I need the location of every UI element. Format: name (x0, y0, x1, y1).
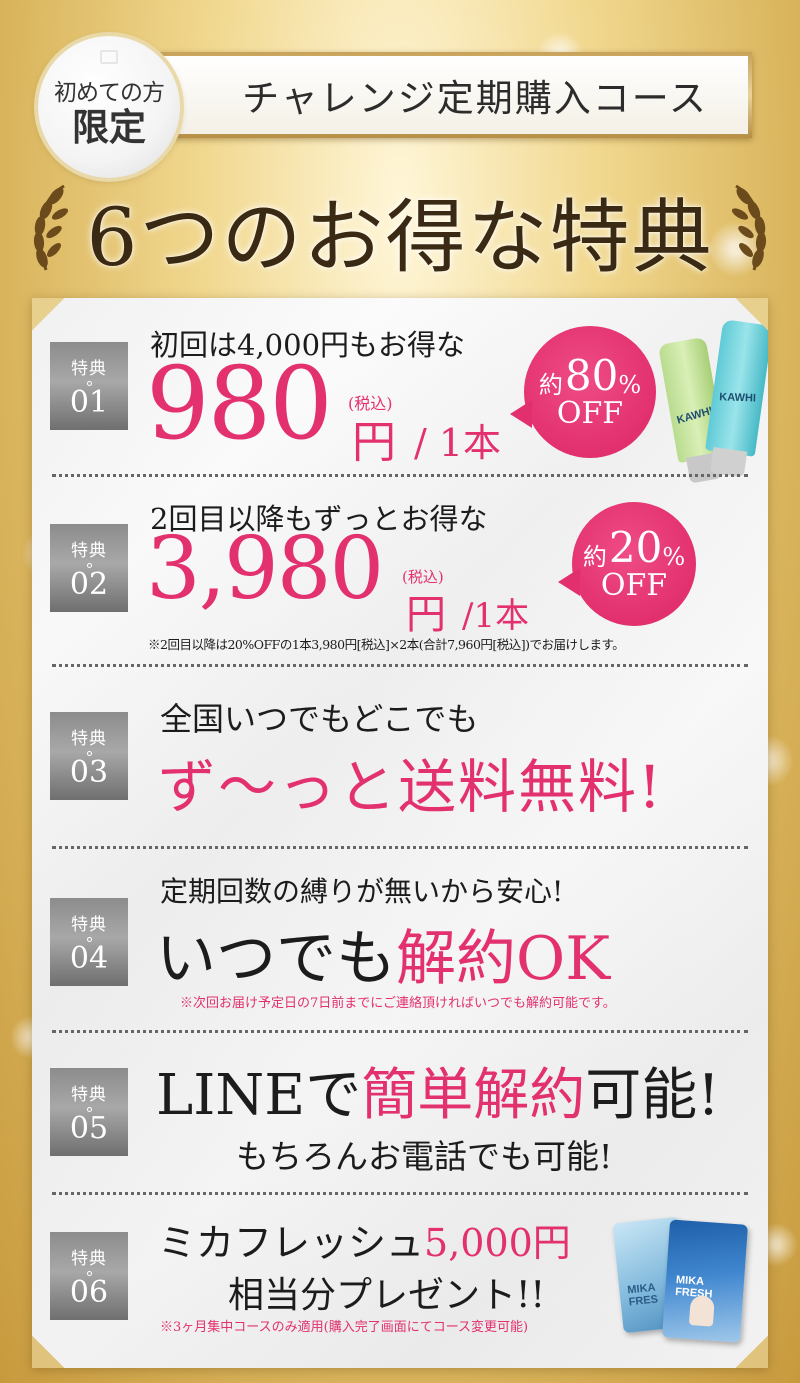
benefit-04-note: ※次回お届け予定日の7日前までにご連絡頂ければいつでも解約可能です。 (180, 996, 616, 1011)
benefit-05-main-black1: LINEで (156, 1063, 362, 1128)
main-heading-text: 6つのお得な特典 (86, 191, 714, 284)
benefit-01-per: / 1本 (414, 421, 502, 465)
benefit-03-highlight: ず〜っと送料無料! (158, 753, 664, 821)
benefits-card: 特典 01 初回は4,000円もお得な 980 (税込) 円 / 1本 約 80… (32, 298, 768, 1368)
benefit-02-off-badge: 約 20 % OFF (558, 502, 696, 626)
benefit-04-main-black: いつでも (156, 924, 396, 994)
benefit-02-per: /1本 (462, 596, 530, 636)
benefit-06-lead-black: ミカフレッシュ (158, 1221, 425, 1265)
benefit-05-sub: もちろんお電話でも可能! (236, 1137, 613, 1176)
benefit-06-note: ※3ヶ月集中コースのみ適用(購入完了画面にてコース変更可能) (160, 1320, 529, 1335)
benefit-04-lead: 定期回数の縛りが無いから安心! (160, 875, 564, 908)
course-title: チャレンジ定期購入コース (242, 77, 708, 120)
benefit-06-sub: 相当分プレゼント!! (228, 1275, 545, 1316)
benefit-tab-01: 特典 01 (50, 342, 128, 430)
benefit-02-price: 3,980 (146, 519, 384, 619)
benefit-05-main-black2: 可能! (585, 1063, 720, 1128)
course-title-bar: チャレンジ定期購入コース (160, 52, 752, 138)
badge-line2: 限定 (72, 104, 146, 149)
divider (52, 846, 748, 849)
benefit-01-off-badge: 約 80 % OFF (510, 326, 656, 458)
gift-icon (100, 50, 118, 64)
benefit-06-lead-pink: 5,000円 (424, 1221, 571, 1265)
benefit-04-main: いつでも解約OK (156, 910, 610, 997)
divider (52, 474, 748, 477)
benefit-01-yen: 円 (352, 417, 396, 468)
model-portrait (688, 1295, 715, 1327)
badge-line1: 初めての方 (54, 79, 165, 106)
benefit-06-lead: ミカフレッシュ5,000円 (158, 1212, 571, 1267)
benefit-05-main-pink: 簡単解約 (361, 1063, 586, 1128)
divider (52, 1192, 748, 1195)
benefit-02-note: ※2回目以降は20%OFFの1本3,980円[税込]×2本(合計7,960円[税… (148, 637, 625, 652)
product-tube-blue: KAWHI (705, 319, 768, 478)
benefit-tab-05: 特典 05 (50, 1068, 128, 1156)
benefit-tab-03: 特典 03 (50, 712, 128, 800)
divider (52, 1030, 748, 1033)
benefit-04-main-pink: 解約OK (396, 924, 611, 994)
mika-fresh-booklet-front: MIKA FRESH (661, 1219, 749, 1343)
divider (52, 664, 748, 667)
benefit-tab-06: 特典 06 (50, 1232, 128, 1320)
main-heading: 6つのお得な特典 (0, 176, 800, 286)
benefit-tab-02: 特典 02 (50, 524, 128, 612)
benefit-03-lead: 全国いつでもどこでも (160, 700, 479, 738)
first-time-badge: 初めての方 限定 (38, 36, 180, 178)
benefit-01-price: 980 (146, 345, 333, 462)
benefit-05-main: LINEで簡単解約可能! (156, 1050, 720, 1131)
benefit-02-yen: 円 (406, 592, 446, 638)
benefit-tab-04: 特典 04 (50, 898, 128, 986)
